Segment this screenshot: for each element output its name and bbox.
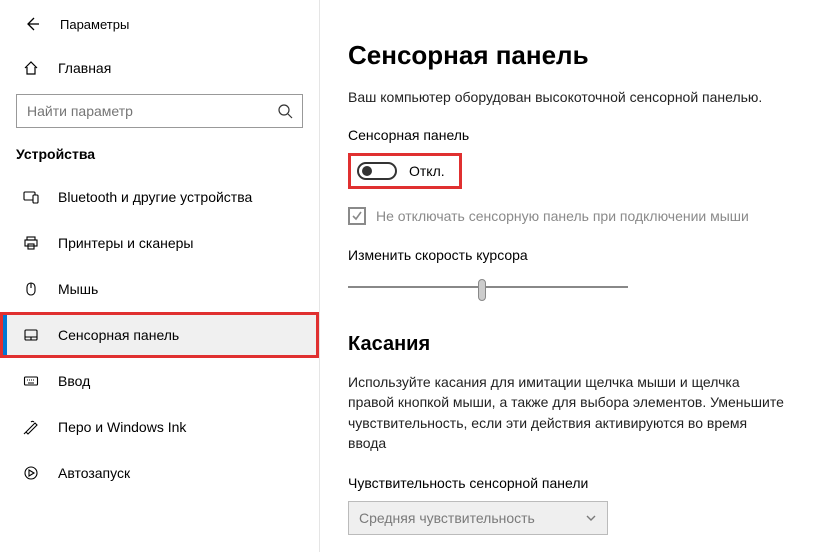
sidebar-item-label: Автозапуск <box>58 465 130 481</box>
home-label: Главная <box>58 60 111 76</box>
keyboard-icon <box>22 373 40 389</box>
checkbox-icon <box>348 207 366 225</box>
page-description: Ваш компьютер оборудован высокоточной се… <box>348 89 799 105</box>
app-title: Параметры <box>60 17 129 32</box>
main-content: Сенсорная панель Ваш компьютер оборудова… <box>320 0 827 552</box>
sidebar-item-typing[interactable]: Ввод <box>0 358 319 404</box>
touchpad-icon <box>22 327 40 343</box>
touchpad-toggle-label: Сенсорная панель <box>348 127 799 143</box>
sensitivity-label: Чувствительность сенсорной панели <box>348 475 799 491</box>
touchpad-toggle[interactable] <box>357 162 397 180</box>
sidebar-item-label: Ввод <box>58 373 90 389</box>
sidebar-item-label: Принтеры и сканеры <box>58 235 193 251</box>
devices-icon <box>22 189 40 205</box>
arrow-left-icon <box>24 16 40 32</box>
mouse-icon <box>22 281 40 297</box>
sensitivity-select[interactable]: Средняя чувствительность <box>348 501 608 535</box>
pen-icon <box>22 419 40 435</box>
cursor-speed-label: Изменить скорость курсора <box>348 247 799 263</box>
slider-thumb[interactable] <box>478 279 486 301</box>
sidebar-section-title: Устройства <box>0 146 319 174</box>
search-input[interactable] <box>27 103 276 119</box>
sidebar-nav: Bluetooth и другие устройства Принтеры и… <box>0 174 319 496</box>
sidebar: Параметры Главная Устройства Bluetoot <box>0 0 320 552</box>
search-icon <box>276 103 294 119</box>
cursor-speed-slider[interactable] <box>348 277 628 297</box>
sidebar-header: Параметры <box>0 14 319 52</box>
sidebar-item-label: Перо и Windows Ink <box>58 419 186 435</box>
printer-icon <box>22 235 40 251</box>
page-title: Сенсорная панель <box>348 40 799 71</box>
sidebar-item-autoplay[interactable]: Автозапуск <box>0 450 319 496</box>
home-icon <box>22 60 40 76</box>
sensitivity-value: Средняя чувствительность <box>359 510 535 526</box>
sidebar-item-mouse[interactable]: Мышь <box>0 266 319 312</box>
touchpad-toggle-state: Откл. <box>409 163 445 179</box>
home-button[interactable]: Главная <box>0 52 319 84</box>
sidebar-item-label: Мышь <box>58 281 98 297</box>
sidebar-item-label: Bluetooth и другие устройства <box>58 189 252 205</box>
back-button[interactable] <box>22 14 42 34</box>
checkbox-label: Не отключать сенсорную панель при подклю… <box>376 208 749 224</box>
autoplay-icon <box>22 465 40 481</box>
slider-track <box>348 286 628 288</box>
sidebar-item-bluetooth[interactable]: Bluetooth и другие устройства <box>0 174 319 220</box>
sidebar-item-printers[interactable]: Принтеры и сканеры <box>0 220 319 266</box>
touchpad-toggle-row: Откл. <box>348 153 462 189</box>
toggle-knob <box>362 166 372 176</box>
touches-paragraph: Используйте касания для имитации щелчка … <box>348 372 788 453</box>
sidebar-item-touchpad[interactable]: Сенсорная панель <box>0 312 319 358</box>
chevron-down-icon <box>585 512 597 524</box>
keep-on-mouse-checkbox-row[interactable]: Не отключать сенсорную панель при подклю… <box>348 207 799 225</box>
search-box[interactable] <box>16 94 303 128</box>
touches-heading: Касания <box>348 333 799 356</box>
sidebar-item-label: Сенсорная панель <box>58 327 179 343</box>
sidebar-item-pen[interactable]: Перо и Windows Ink <box>0 404 319 450</box>
